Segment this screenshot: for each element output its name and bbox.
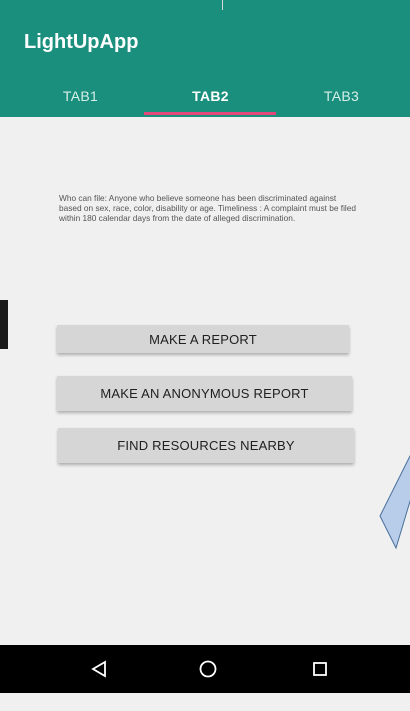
edge-overlay	[0, 300, 8, 349]
app-screen: LightUpApp TAB1 TAB2 TAB3 Who can file: …	[0, 0, 410, 645]
tab-1[interactable]: TAB1	[12, 74, 149, 117]
back-triangle-icon[interactable]	[69, 645, 129, 693]
make-anonymous-report-button[interactable]: MAKE AN ANONYMOUS REPORT	[57, 376, 352, 411]
tab-bar: TAB1 TAB2 TAB3	[0, 74, 410, 117]
tab-2[interactable]: TAB2	[142, 74, 279, 117]
bottom-strip	[0, 693, 410, 711]
recents-square-icon[interactable]	[290, 645, 350, 693]
tab-indicator	[144, 112, 276, 115]
arrow-overlay-icon	[379, 454, 410, 550]
system-navigation-bar	[0, 645, 410, 693]
app-bar: LightUpApp TAB1 TAB2 TAB3	[0, 0, 410, 117]
find-resources-nearby-button[interactable]: FIND RESOURCES NEARBY	[58, 428, 354, 463]
tab-3[interactable]: TAB3	[273, 74, 410, 117]
make-report-button[interactable]: MAKE A REPORT	[57, 325, 349, 353]
divider	[222, 0, 223, 10]
filing-info-text: Who can file: Anyone who believe someone…	[59, 193, 356, 223]
home-circle-icon[interactable]	[178, 645, 238, 693]
app-title: LightUpApp	[24, 31, 139, 53]
